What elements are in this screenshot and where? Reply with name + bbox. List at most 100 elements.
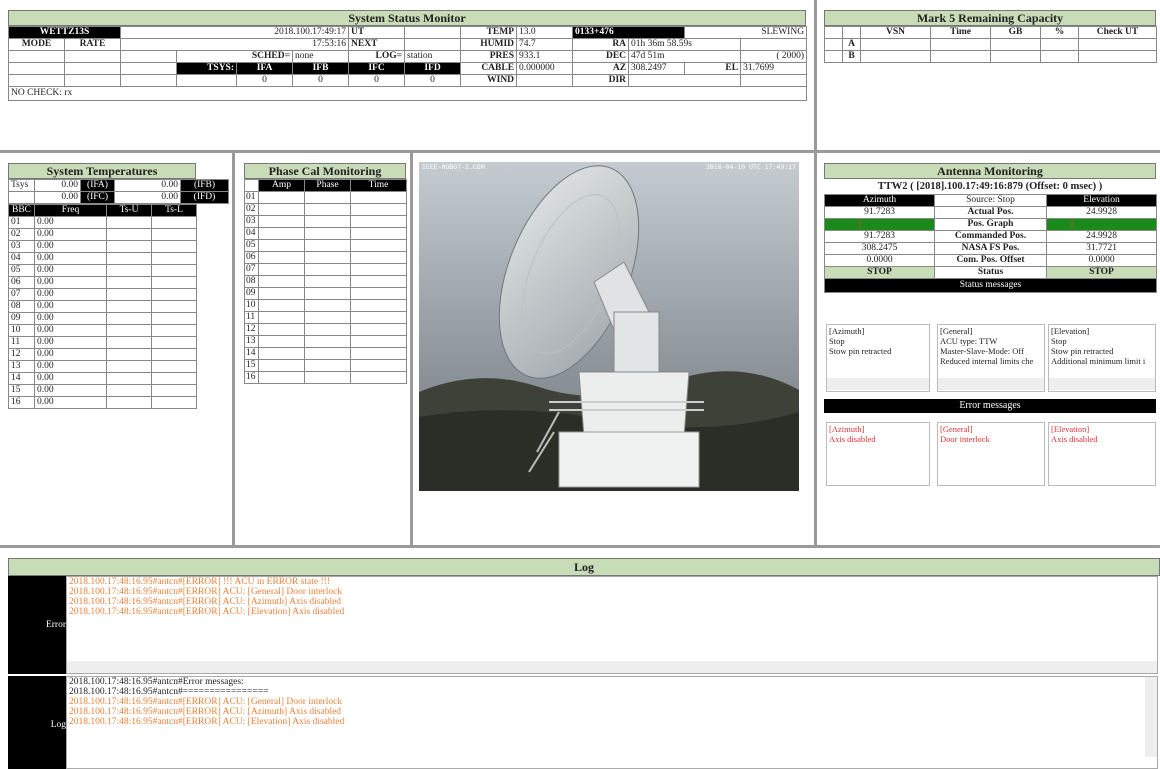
antenna-monitoring: Antenna Monitoring TTW2 ( [2018].100.17:…	[824, 163, 1157, 293]
ifc-label: IFC	[348, 62, 406, 75]
time-cell	[350, 287, 407, 300]
error-tab[interactable]: Error	[8, 576, 66, 674]
tsu-cell	[106, 240, 152, 253]
table-row: 07	[244, 263, 407, 276]
rate-label: RATE	[63, 38, 122, 51]
scrollbar[interactable]	[938, 378, 1044, 390]
table-row: 11 0.00	[8, 336, 197, 349]
log-pane[interactable]: 2018.100.17:48:16.95#antcn#Error message…	[66, 676, 1158, 769]
error-log-pane[interactable]: 2018.100.17:48:16.95#antcn#[ERROR] !!! A…	[66, 576, 1158, 674]
pane-line: Reduced internal limits che	[940, 356, 1034, 366]
log-line: 2018.100.17:48:16.95#antcn#[ERROR] ACU: …	[69, 587, 343, 597]
phase-cell	[304, 215, 351, 228]
tsl-cell	[151, 240, 197, 253]
phase-cell	[304, 311, 351, 324]
pc-index: 09	[244, 287, 259, 300]
freq-cell: 0.00	[34, 348, 107, 361]
phase-header: Phase	[304, 179, 351, 192]
telescope-photo	[419, 162, 799, 491]
bbc-cell: 08	[8, 300, 35, 313]
time-value: 17:53:16	[120, 38, 350, 51]
error-pane-azimuth[interactable]: [Azimuth] Axis disabled	[826, 422, 930, 486]
amp-cell	[258, 287, 305, 300]
freq-cell: 0.00	[34, 336, 107, 349]
table-row: 04 0.00	[8, 252, 197, 265]
phase-cell	[304, 263, 351, 276]
time-cell	[350, 203, 407, 216]
phase-cell	[304, 251, 351, 264]
tsu-cell	[106, 360, 152, 373]
tsu-cell	[106, 288, 152, 301]
amp-header: Amp	[258, 179, 305, 192]
ifb-label: IFB	[292, 62, 350, 75]
log-line: 2018.100.17:48:16.95#antcn#[ERROR] ACU: …	[69, 717, 345, 727]
pane-line: Axis disabled	[1051, 434, 1098, 444]
ifc-tag: (IFC)	[80, 191, 115, 204]
vertical-scrollbar[interactable]	[1145, 677, 1157, 757]
tsl-cell	[151, 288, 197, 301]
phase-cal-monitoring: Phase Cal Monitoring Amp Phase Time 01 02 03…	[244, 163, 407, 384]
actual-el-value: 24.9928	[1046, 206, 1157, 219]
table-row: 01 0.00	[8, 216, 197, 229]
pos-graph-label: Pos. Graph	[934, 218, 1047, 231]
time-cell	[350, 335, 407, 348]
amp-cell	[258, 275, 305, 288]
table-row: 09	[244, 287, 407, 300]
error-pane-general[interactable]: [General] Door interlock	[937, 422, 1045, 486]
pc-index: 07	[244, 263, 259, 276]
bbc-cell: 05	[8, 264, 35, 277]
pc-index: 12	[244, 323, 259, 336]
time-cell	[350, 359, 407, 372]
freq-cell: 0.00	[34, 372, 107, 385]
log-line: 2018.100.17:48:16.95#antcn#[ERROR] ACU: …	[69, 707, 342, 717]
time-cell	[350, 275, 407, 288]
scrollbar[interactable]	[827, 378, 929, 390]
log-tab[interactable]: Log	[8, 676, 66, 769]
ifd-value: 0	[404, 74, 462, 87]
table-row: 07 0.00	[8, 288, 197, 301]
tsys-label: Tsys	[8, 179, 35, 192]
freq-cell: 0.00	[34, 228, 107, 241]
tsu-cell	[106, 264, 152, 277]
freq-cell: 0.00	[34, 396, 107, 409]
status-label: Status	[934, 266, 1047, 279]
pc-index: 03	[244, 215, 259, 228]
bbc-cell: 11	[8, 336, 35, 349]
bbc-cell: 03	[8, 240, 35, 253]
el-label: EL	[684, 62, 742, 75]
amp-cell	[258, 299, 305, 312]
horizontal-scrollbar[interactable]	[67, 661, 1157, 673]
source-name: 0133+476	[572, 26, 686, 39]
bbc-cell: 06	[8, 276, 35, 289]
bbc-cell: 10	[8, 324, 35, 337]
tsu-cell	[106, 228, 152, 241]
status-messages-header: Status messages	[824, 278, 1157, 293]
bbc-cell: 15	[8, 384, 35, 397]
bbc-cell: 09	[8, 312, 35, 325]
pane-line: Stow pin retracted	[1051, 346, 1114, 356]
table-row: 03	[244, 215, 407, 228]
bbc-cell: 04	[8, 252, 35, 265]
commanded-pos-label: Commanded Pos.	[934, 230, 1047, 243]
tsu-cell	[106, 372, 152, 385]
tsl-cell	[151, 384, 197, 397]
slewing-status: SLEWING	[684, 26, 808, 39]
amp-cell	[258, 335, 305, 348]
table-row: 02	[244, 203, 407, 216]
pane-line: Stop	[829, 336, 845, 346]
pc-index: 08	[244, 275, 259, 288]
phase-cell	[304, 239, 351, 252]
log-line: 2018.100.17:48:16.95#antcn#[ERROR] ACU: …	[69, 697, 343, 707]
system-status-monitor: System Status Monitor WETTZ13S 2018.100.1…	[7, 10, 808, 101]
dec-label: DEC	[572, 50, 630, 63]
time-cell	[350, 323, 407, 336]
bbc-cell: 13	[8, 360, 35, 373]
table-row: 08 0.00	[8, 300, 197, 313]
pc-index: 02	[244, 203, 259, 216]
phase-cell	[304, 323, 351, 336]
error-pane-elevation[interactable]: [Elevation] Axis disabled	[1048, 422, 1156, 486]
scrollbar[interactable]	[1049, 378, 1155, 390]
tsu-cell	[106, 300, 152, 313]
error-messages-header: Error messages	[824, 399, 1156, 413]
tsu-cell	[106, 348, 152, 361]
